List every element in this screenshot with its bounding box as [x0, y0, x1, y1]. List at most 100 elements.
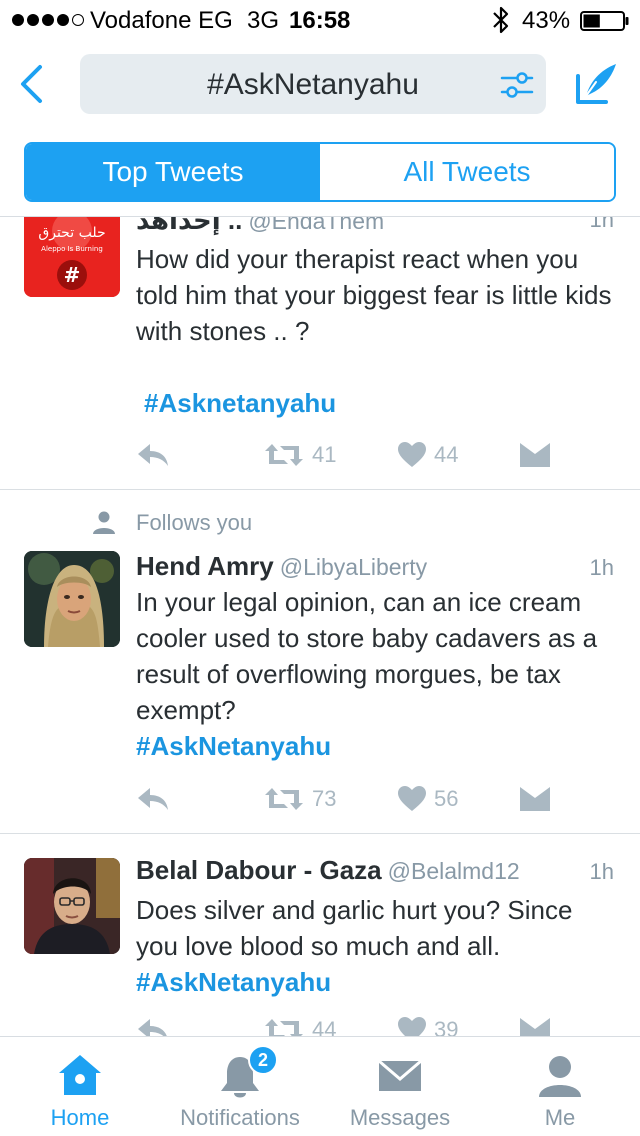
author-handle[interactable]: @EndaThem [248, 217, 384, 234]
like-count: 39 [434, 1017, 459, 1036]
signal-strength-icon [12, 14, 87, 28]
tweet-time: 1h [589, 859, 614, 884]
hashtag-link[interactable]: #AskNetanyahu [136, 731, 331, 761]
search-query: #AskNetanyahu [207, 68, 419, 101]
tab-all-tweets[interactable]: All Tweets [320, 144, 614, 200]
tab-top-tweets[interactable]: Top Tweets [26, 144, 320, 200]
person-icon [539, 1056, 581, 1097]
envelope-icon [378, 1059, 422, 1091]
tweet-card[interactable]: Belal Dabour - Gaza @Belalmd12 1h Does si… [0, 834, 640, 1036]
svg-text:#: # [64, 263, 81, 287]
like-count: 44 [434, 442, 459, 467]
tweet-actions: 73 56 [136, 779, 616, 819]
tweet-header: Belal Dabour - Gaza @Belalmd12 [136, 855, 520, 886]
retweet-count: 44 [312, 1017, 337, 1036]
tweet-text-content: How did your therapist react when you to… [136, 244, 612, 346]
notification-count-badge: 2 [248, 1045, 278, 1075]
filter-sliders-icon[interactable] [500, 70, 534, 100]
follows-you-label: Follows you [136, 510, 253, 535]
tweet-hashtag-line: #Asknetanyahu [144, 385, 624, 421]
tweet-text: How did your therapist react when you to… [136, 241, 616, 349]
retweet-count: 41 [312, 442, 337, 467]
author-handle[interactable]: @LibyaLiberty [280, 554, 427, 580]
compose-tweet-icon[interactable] [572, 58, 622, 108]
tab-me[interactable]: Me [480, 1037, 640, 1136]
tweet-header: Hend Amry @LibyaLiberty [136, 551, 427, 582]
carrier-name: Vodafone EG [90, 7, 233, 34]
tweet-card[interactable]: Follows you Hend Amry @LibyaLiberty 1h In… [0, 490, 640, 833]
bluetooth-icon [493, 6, 509, 34]
tweet-text: In your legal opinion, can an ice cream … [136, 584, 616, 764]
tab-home[interactable]: Home [0, 1037, 160, 1136]
envelope-icon [520, 443, 550, 467]
battery-icon [580, 11, 629, 31]
avatar-photo [24, 551, 120, 647]
tab-label: Notifications [180, 1105, 300, 1130]
tweet-text-content: Does silver and garlic hurt you? Since y… [136, 895, 573, 961]
like-button[interactable]: 39 [398, 1010, 458, 1036]
author-name[interactable]: إحداهد .. [136, 217, 242, 235]
heart-icon [398, 442, 426, 467]
reply-icon [138, 444, 168, 466]
heart-icon [398, 1017, 426, 1036]
reply-button[interactable] [136, 779, 170, 819]
like-button[interactable]: 44 [398, 435, 458, 475]
tab-label: Messages [349, 1105, 451, 1130]
tweet-actions: 44 39 [136, 1010, 616, 1036]
svg-text:حلب تحترق: حلب تحترق [38, 225, 105, 241]
retweet-button[interactable]: 41 [264, 435, 336, 475]
author-handle[interactable]: @Belalmd12 [388, 858, 520, 884]
like-button[interactable]: 56 [398, 779, 458, 819]
reply-button[interactable] [136, 435, 170, 475]
hashtag-link[interactable]: #AskNetanyahu [136, 967, 331, 997]
tweet-text-content: In your legal opinion, can an ice cream … [136, 587, 598, 725]
avatar[interactable] [24, 858, 120, 954]
retweet-button[interactable]: 73 [264, 779, 336, 819]
hashtag-link[interactable]: #Asknetanyahu [144, 388, 336, 418]
retweet-icon [265, 788, 303, 810]
status-bar: Vodafone EG 3G 16:58 43% [0, 0, 640, 40]
direct-message-button[interactable] [520, 1010, 550, 1036]
tweet-time: 1h [589, 555, 614, 580]
direct-message-button[interactable] [520, 779, 550, 819]
back-button[interactable] [14, 62, 48, 106]
reply-icon [138, 788, 168, 810]
envelope-icon [520, 787, 550, 811]
retweet-icon [265, 1019, 303, 1036]
aleppo-burning-logo: حلب تحترق Aleppo Is Burning # [24, 217, 120, 297]
retweet-button[interactable]: 44 [264, 1010, 336, 1036]
bottom-tab-bar: Home 2 Notifications Messages Me [0, 1036, 640, 1136]
direct-message-button[interactable] [520, 435, 550, 475]
avatar-photo [24, 858, 120, 954]
tab-messages[interactable]: Messages [320, 1037, 480, 1136]
like-count: 56 [434, 786, 459, 811]
reply-icon [138, 1019, 167, 1036]
tab-label: Me [544, 1105, 576, 1130]
search-input[interactable]: #AskNetanyahu [80, 54, 546, 114]
retweet-icon [265, 444, 303, 466]
retweet-count: 73 [312, 786, 337, 811]
person-icon [93, 511, 115, 534]
author-name[interactable]: Belal Dabour - Gaza [136, 855, 382, 885]
home-icon [59, 1055, 101, 1095]
avatar[interactable] [24, 551, 120, 647]
clock: 16:58 [289, 7, 351, 34]
tab-notifications[interactable]: 2 Notifications [160, 1037, 320, 1136]
tweet-header: إحداهد .. @EndaThem [136, 217, 384, 236]
svg-text:Aleppo Is Burning: Aleppo Is Burning [41, 245, 103, 253]
tweet-actions: 41 44 [136, 435, 616, 475]
tweet-card[interactable]: حلب تحترق Aleppo Is Burning # إحداهد .. @… [0, 217, 640, 489]
tweet-timeline[interactable]: حلب تحترق Aleppo Is Burning # إحداهد .. @… [0, 216, 640, 1036]
envelope-icon [520, 1018, 550, 1036]
avatar[interactable]: حلب تحترق Aleppo Is Burning # [24, 217, 120, 297]
tweet-time: 1h [589, 216, 614, 232]
chevron-left-icon [21, 65, 42, 103]
battery-percentage: 43% [522, 7, 571, 34]
tab-label: Home [50, 1105, 110, 1130]
tweet-text: Does silver and garlic hurt you? Since y… [136, 892, 616, 1000]
heart-icon [398, 786, 426, 811]
tweet-filter-segmented-control: Top Tweets All Tweets [24, 142, 616, 202]
author-name[interactable]: Hend Amry [136, 551, 274, 581]
reply-button[interactable] [136, 1010, 170, 1036]
network-type: 3G [247, 7, 280, 34]
